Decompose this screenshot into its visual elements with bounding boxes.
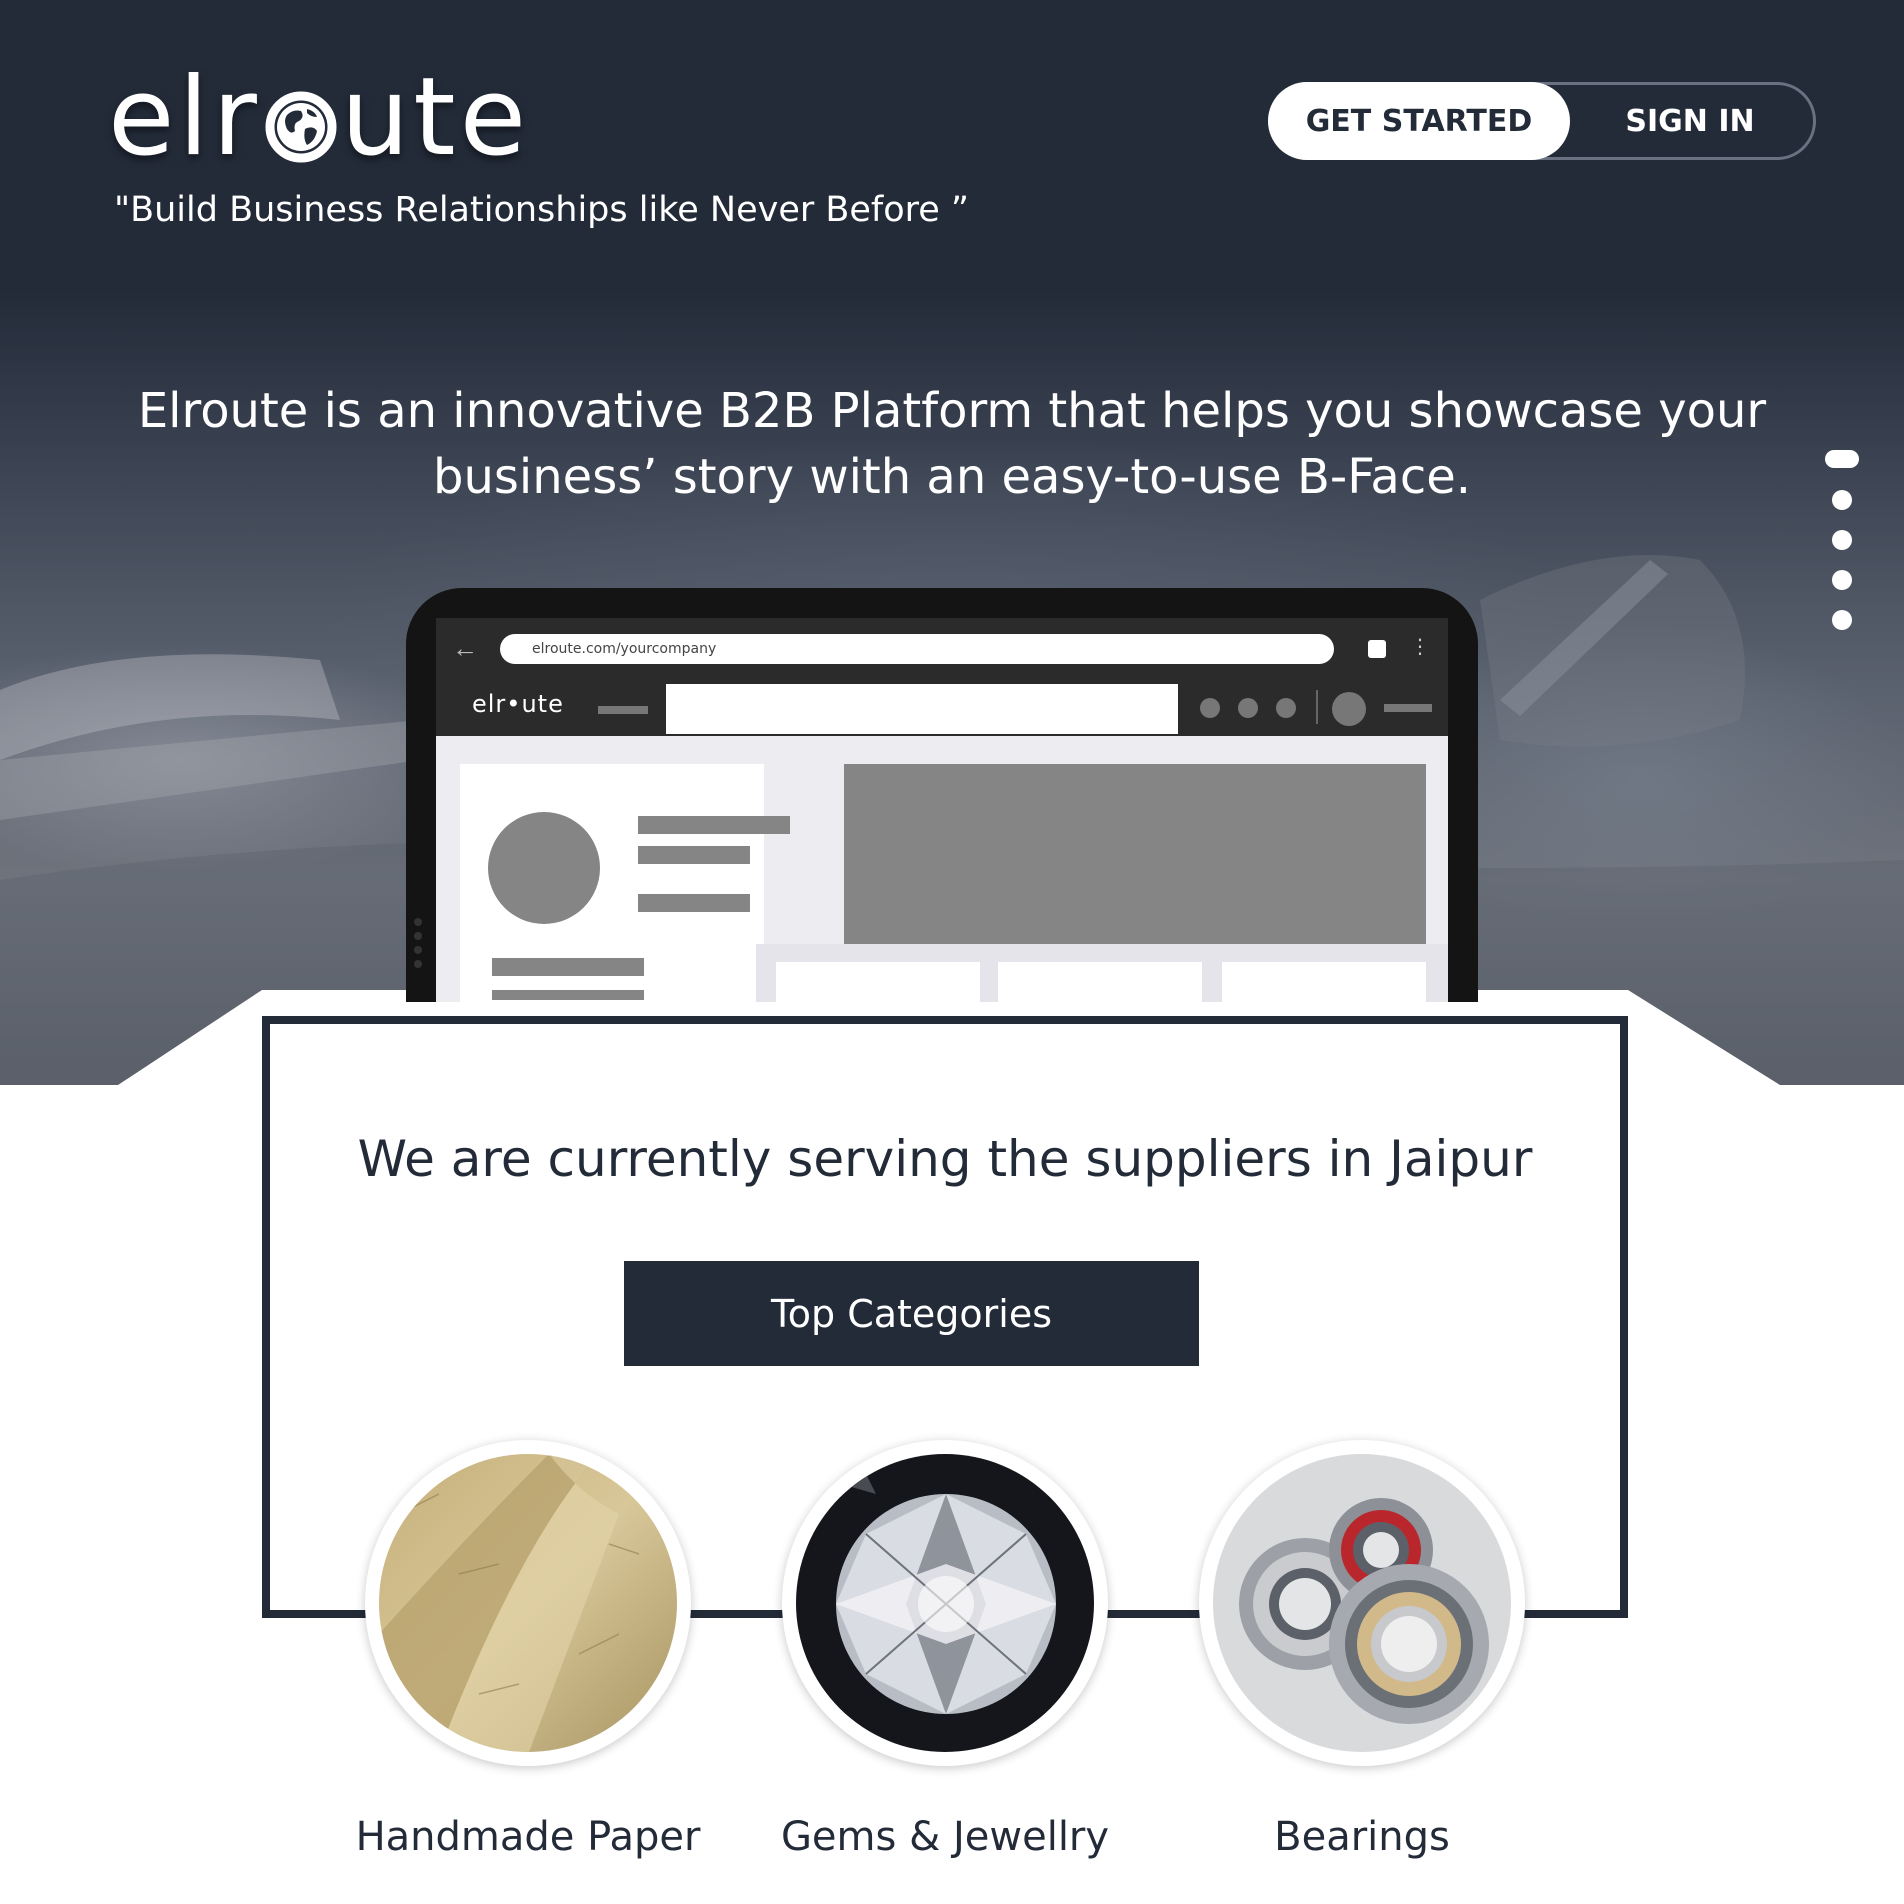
slide-dot-1[interactable] <box>1825 450 1859 468</box>
get-started-button[interactable]: GET STARTED <box>1268 82 1570 160</box>
mockup-text-placeholder <box>492 958 644 976</box>
mockup-avatar-placeholder <box>1332 692 1366 726</box>
slide-dot-4[interactable] <box>1832 570 1852 590</box>
mockup-icon-placeholder <box>1238 698 1258 718</box>
mockup-search-placeholder <box>666 684 1178 734</box>
handmade-paper-image <box>379 1454 677 1752</box>
mockup-profile-avatar <box>488 812 600 924</box>
category-label-handmade-paper[interactable]: Handmade Paper <box>318 1814 738 1860</box>
sign-in-button[interactable]: SIGN IN <box>1570 82 1810 160</box>
mockup-url-bar: elroute.com/yourcompany <box>500 634 1334 664</box>
slide-indicators <box>1825 450 1859 650</box>
mockup-text-placeholder <box>638 894 750 912</box>
mockup-user-placeholder <box>1384 704 1432 712</box>
category-bearings[interactable] <box>1199 1440 1525 1766</box>
elroute-logo[interactable]: elr ute <box>108 58 530 178</box>
browser-bar: ← elroute.com/yourcompany ⋮ <box>436 618 1448 680</box>
laptop-screen: ← elroute.com/yourcompany ⋮ elr•ute <box>436 618 1448 1008</box>
logo-text-start: elr <box>108 55 261 180</box>
mockup-banner-placeholder <box>844 764 1426 944</box>
slide-dot-5[interactable] <box>1832 610 1852 630</box>
globe-icon <box>265 91 337 163</box>
top-categories-button[interactable]: Top Categories <box>624 1261 1199 1366</box>
back-arrow-icon: ← <box>452 633 478 663</box>
slide-dot-3[interactable] <box>1832 530 1852 550</box>
mockup-nav-placeholder <box>598 706 648 714</box>
category-gems-jewellry[interactable] <box>782 1440 1108 1766</box>
mockup-icon-placeholder <box>1200 698 1220 718</box>
hero-headline-line1: Elroute is an innovative B2B Platform th… <box>137 383 1767 439</box>
mockup-separator <box>1316 690 1318 724</box>
mockup-text-placeholder <box>492 990 644 1000</box>
hero-headline-line2: business’ story with an easy-to-use B-Fa… <box>433 449 1471 505</box>
category-label-bearings[interactable]: Bearings <box>1152 1814 1572 1860</box>
hero-headline: Elroute is an innovative B2B Platform th… <box>120 378 1784 510</box>
tab-square-icon <box>1368 640 1386 658</box>
mockup-text-placeholder <box>638 846 750 864</box>
slide-dot-2[interactable] <box>1832 490 1852 510</box>
kebab-menu-icon: ⋮ <box>1410 636 1430 658</box>
category-label-gems-jewellry[interactable]: Gems & Jewellry <box>735 1814 1155 1860</box>
mockup-icon-placeholder <box>1276 698 1296 718</box>
section-divider-fill <box>262 1002 1628 1016</box>
mockup-app-logo: elr•ute <box>472 690 564 718</box>
category-handmade-paper[interactable] <box>365 1440 691 1766</box>
serving-text: We are currently serving the suppliers i… <box>357 1130 1533 1188</box>
logo-text-end: ute <box>340 55 531 180</box>
mockup-app-bar: elr•ute <box>436 680 1448 736</box>
bearings-image <box>1213 1454 1511 1752</box>
laptop-mockup: ← elroute.com/yourcompany ⋮ elr•ute <box>406 588 1478 1008</box>
mockup-text-placeholder <box>638 816 790 834</box>
tagline: "Build Business Relationships like Never… <box>114 190 970 230</box>
gems-jewellry-image <box>796 1454 1094 1752</box>
laptop-side-dots <box>414 918 422 974</box>
